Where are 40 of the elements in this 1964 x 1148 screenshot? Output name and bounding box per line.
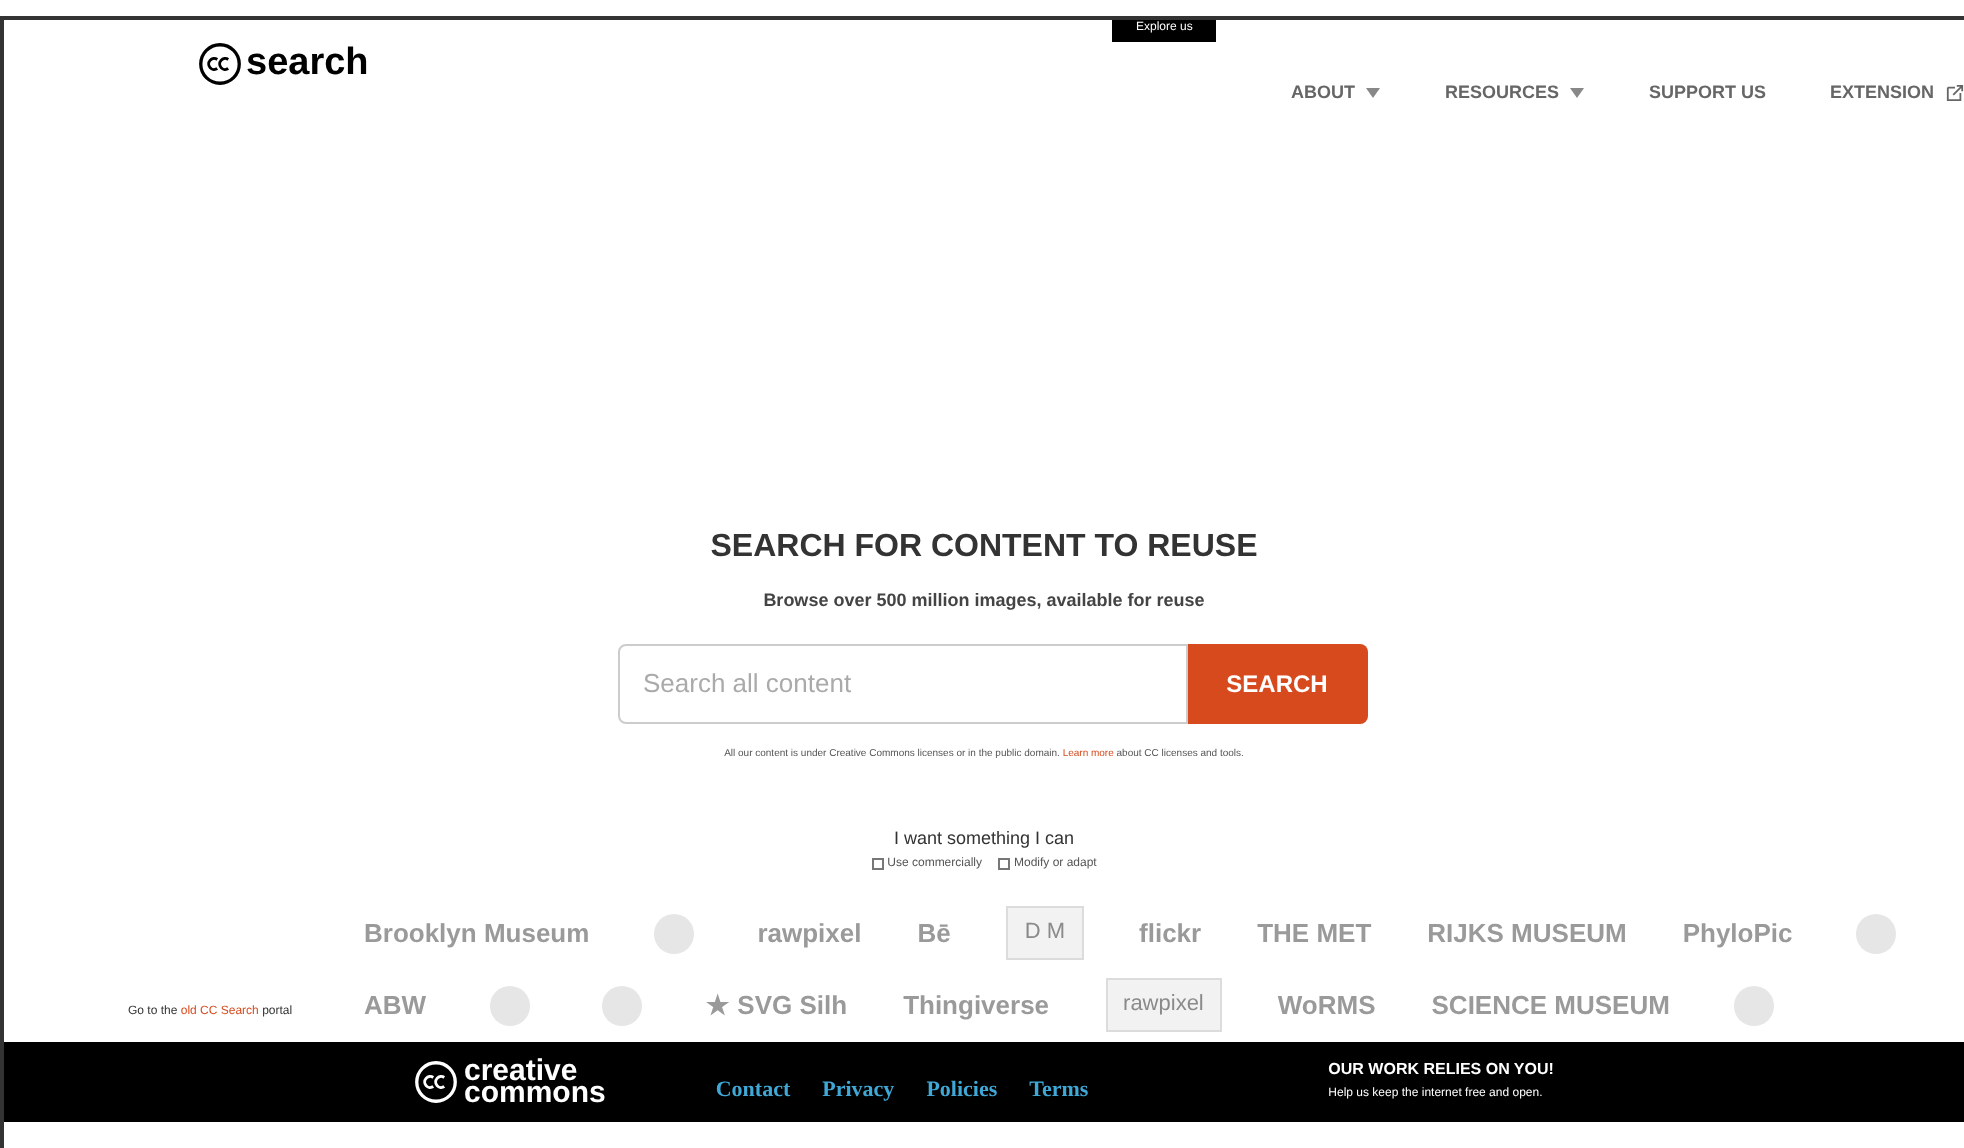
caret-icon (1570, 88, 1585, 99)
partner-logo[interactable]: flickr (1139, 913, 1202, 953)
cc-logo-icon (414, 1059, 458, 1103)
external-link-icon (1946, 84, 1964, 103)
footer-link[interactable]: Contact (715, 1074, 791, 1108)
filters-title: I want something I can (893, 826, 1075, 852)
partner-logo[interactable]: Brooklyn Museum (364, 913, 590, 953)
partner-logo[interactable]: RIJKS MUSEUM (1427, 913, 1627, 953)
logo-text: creative (464, 1059, 578, 1081)
logo-text: commons (464, 1081, 606, 1103)
creative-commons-logo[interactable]: creative commons (414, 1059, 606, 1103)
partner-logo[interactable]: ★ SVG Silh (706, 985, 848, 1025)
checkbox[interactable] (871, 858, 884, 870)
partner-logo[interactable]: PhyloPic (1682, 913, 1793, 953)
partner-logo[interactable]: rawpixel (1105, 978, 1222, 1032)
footer-link[interactable]: Terms (1029, 1074, 1089, 1108)
partner-logo[interactable]: Thingiverse (903, 985, 1050, 1025)
footer-link[interactable]: Privacy (822, 1074, 895, 1108)
hero-subtitle: Browse over 500 million images, available for reuse (763, 588, 1205, 614)
hero-title: SEARCH FOR CONTENT TO REUSE (710, 528, 1258, 568)
nav-link[interactable]: SUPPORT US (1648, 80, 1766, 107)
logo-text: search (246, 40, 369, 88)
nav-link[interactable]: RESOURCES (1444, 80, 1585, 107)
partner-logo[interactable]: ABW (364, 985, 427, 1025)
footer-link[interactable]: Policies (926, 1074, 998, 1108)
partner-logo[interactable]: D M (1006, 906, 1084, 960)
search-field[interactable]: Search all content (617, 643, 1187, 723)
search-button[interactable]: SEARCH (1187, 643, 1367, 723)
partner-logo[interactable]: WoRMS (1277, 985, 1376, 1025)
partner-logo[interactable]: rawpixel (757, 913, 862, 953)
cc-search-logo[interactable]: search (198, 36, 369, 93)
cc-logo-icon (198, 42, 242, 87)
partner-logo[interactable]: THE MET (1257, 913, 1372, 953)
partner-logo[interactable]: Bē (917, 913, 951, 953)
nav-link[interactable]: ABOUT (1290, 80, 1381, 107)
caret-icon (1366, 88, 1381, 99)
cta-title: OUR WORK RELIES ON YOU! (1328, 1058, 1554, 1082)
nav-link[interactable]: EXTENSION (1829, 80, 1964, 107)
partner-logo[interactable]: SCIENCE MUSEUM (1431, 985, 1670, 1025)
checkbox[interactable] (997, 858, 1010, 870)
